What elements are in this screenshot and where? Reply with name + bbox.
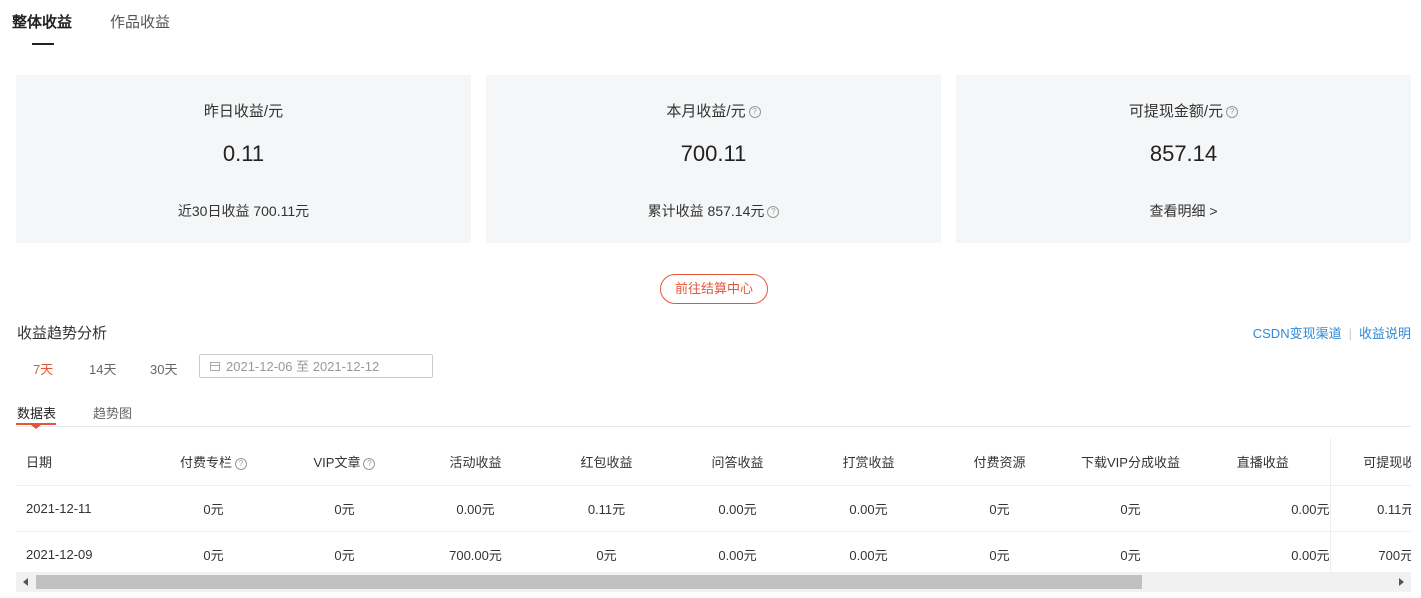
section-title: 收益趋势分析	[17, 325, 108, 342]
table-cell: 0.00元	[1196, 485, 1330, 532]
view-details-link[interactable]: 查看明细 >	[956, 201, 1411, 221]
col-date: 日期	[16, 438, 148, 486]
date-range-picker[interactable]: 2021-12-06 至 2021-12-12	[199, 354, 433, 378]
card-label-row: 本月收益/元?	[486, 100, 941, 121]
table-cell: 0元	[279, 485, 410, 532]
card-value: 857.14	[1149, 141, 1218, 166]
table-cell: 0元	[1065, 531, 1196, 572]
table-cell: 0.00元	[672, 531, 803, 572]
card-foot: 近30日收益 700.11元	[177, 203, 310, 219]
table-cell: 2021-12-11	[16, 485, 148, 532]
scroll-thumb[interactable]	[36, 575, 1142, 589]
card-foot: 累计收益 857.14元	[647, 203, 765, 219]
col-download-vip: 下载VIP分成收益	[1065, 438, 1196, 486]
card-label: 可提现金额/元	[1128, 103, 1224, 120]
active-tab-underline	[32, 43, 54, 45]
scroll-right-icon[interactable]	[1399, 578, 1404, 586]
card-label: 昨日收益/元	[203, 103, 284, 120]
card-value: 700.11	[680, 141, 747, 166]
tab-works-earnings[interactable]: 作品收益	[110, 11, 170, 32]
col-tip: 打赏收益	[803, 438, 934, 486]
table-cell: 700元	[1329, 531, 1411, 572]
card-yesterday-earnings: 昨日收益/元 0.11 近30日收益 700.11元	[16, 75, 471, 243]
table-cell: 0.00元	[410, 485, 541, 532]
tab-data-table[interactable]: 数据表	[17, 403, 56, 422]
col-paid-column: 付费专栏?	[148, 438, 279, 486]
range-30-days[interactable]: 30天	[150, 359, 177, 378]
col-activity: 活动收益	[410, 438, 541, 486]
table-row: 2021-12-11 0元 0元 0.00元 0.11元 0.00元 0.00元…	[16, 485, 1411, 532]
table-cell: 0.00元	[803, 485, 934, 532]
table-cell: 0元	[541, 531, 672, 572]
card-withdrawable: 可提现金额/元? 857.14 查看明细 >	[956, 75, 1411, 243]
table-header-row: 日期 付费专栏? VIP文章? 活动收益 红包收益 问答收益 打赏收益 付费资源…	[16, 438, 1411, 486]
col-vip-article: VIP文章?	[279, 438, 410, 486]
date-range-value: 2021-12-06 至 2021-12-12	[226, 359, 380, 374]
table-cell: 0.11元	[1329, 485, 1411, 532]
active-subtab-caret	[31, 425, 41, 429]
tab-trend-chart[interactable]: 趋势图	[93, 403, 132, 422]
header-label: 付费专栏	[179, 455, 232, 470]
card-foot-row: 累计收益 857.14元?	[486, 201, 941, 221]
card-value: 0.11	[222, 141, 265, 166]
card-label: 本月收益/元	[666, 103, 746, 120]
earnings-table: 日期 付费专栏? VIP文章? 活动收益 红包收益 问答收益 打赏收益 付费资源…	[16, 438, 1411, 572]
scroll-left-icon[interactable]	[23, 578, 28, 586]
col-withdrawable: 可提现收益	[1329, 438, 1411, 486]
table-cell: 0.00元	[803, 531, 934, 572]
col-qa: 问答收益	[672, 438, 803, 486]
help-icon[interactable]: ?	[748, 106, 761, 119]
col-red-packet: 红包收益	[541, 438, 672, 486]
range-7-days[interactable]: 7天	[33, 359, 53, 378]
card-label-row: 可提现金额/元?	[956, 100, 1411, 121]
help-icon[interactable]: ?	[235, 457, 247, 470]
table-horizontal-scrollbar[interactable]	[16, 572, 1411, 592]
help-icon[interactable]: ?	[1226, 106, 1239, 119]
card-month-earnings: 本月收益/元? 700.11 累计收益 857.14元?	[486, 75, 941, 243]
link-separator: |	[1348, 326, 1352, 341]
table-cell: 0元	[148, 531, 279, 572]
help-icon[interactable]: ?	[363, 457, 376, 470]
table-cell: 0元	[148, 485, 279, 532]
table-cell: 700.00元	[410, 531, 541, 572]
table-cell: 0.11元	[541, 485, 672, 532]
table-cell: 0元	[934, 485, 1065, 532]
table-cell: 0.00元	[1196, 531, 1330, 572]
earnings-explanation-link[interactable]: 收益说明	[1359, 326, 1411, 341]
table-cell: 2021-12-09	[16, 531, 148, 572]
header-label: VIP文章	[313, 455, 361, 470]
settlement-center-button[interactable]: 前往结算中心	[660, 274, 768, 304]
sub-tabs-divider	[16, 426, 1411, 427]
table-cell: 0元	[1065, 485, 1196, 532]
col-paid-resource: 付费资源	[934, 438, 1065, 486]
help-icon[interactable]: ?	[767, 206, 780, 219]
table-cell: 0元	[934, 531, 1065, 572]
col-live: 直播收益	[1196, 438, 1330, 486]
table-cell: 0元	[279, 531, 410, 572]
header-links: CSDN变现渠道 | 收益说明	[1253, 323, 1411, 342]
table-cell: 0.00元	[672, 485, 803, 532]
monetization-channel-link[interactable]: CSDN变现渠道	[1253, 326, 1342, 341]
calendar-icon	[210, 362, 220, 371]
tab-overall-earnings[interactable]: 整体收益	[12, 11, 72, 32]
table-row: 2021-12-09 0元 0元 700.00元 0元 0.00元 0.00元 …	[16, 531, 1411, 572]
range-14-days[interactable]: 14天	[89, 359, 116, 378]
